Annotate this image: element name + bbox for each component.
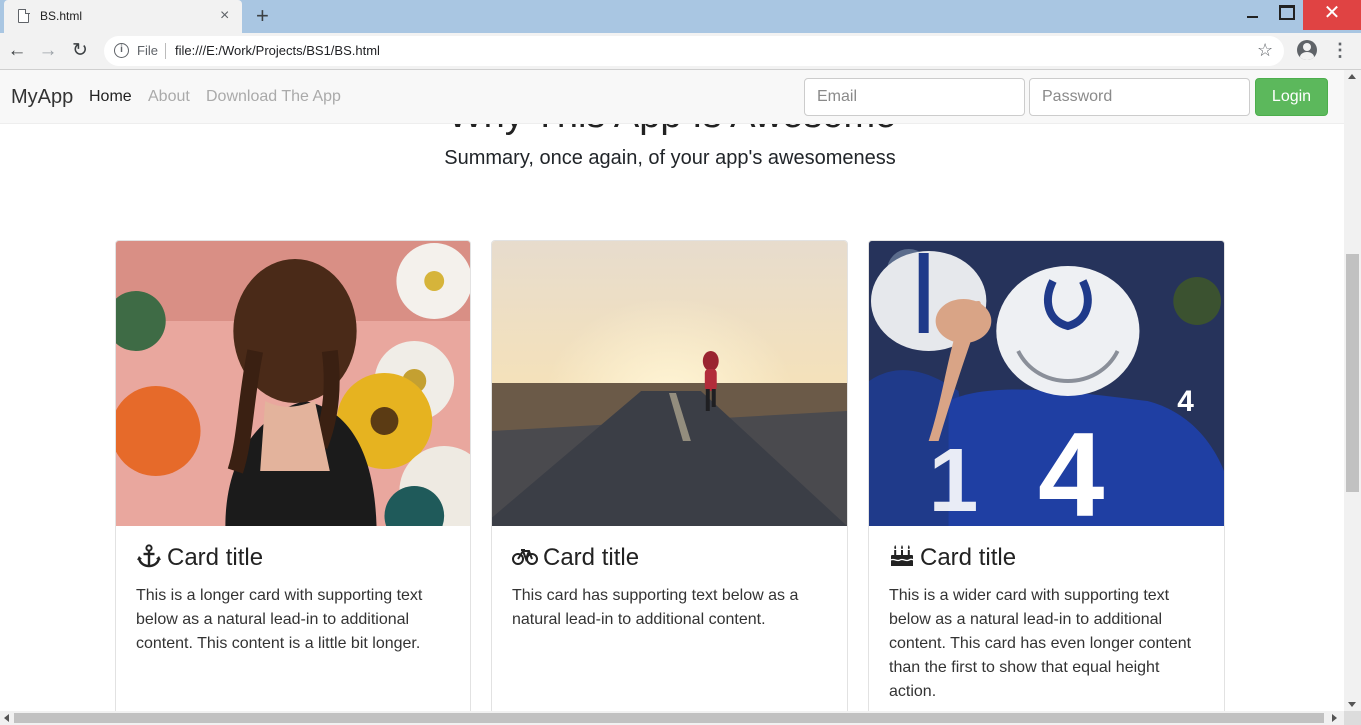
profile-avatar-icon[interactable] — [1297, 40, 1317, 60]
tab-close-icon[interactable]: × — [220, 6, 229, 26]
url-text[interactable]: file:///E:/Work/Projects/BS1/BS.html — [175, 43, 380, 58]
card-title: Card title — [512, 544, 639, 572]
page-viewport: Why This App Is Awesome Summary, once ag… — [0, 70, 1344, 711]
card-title-text: Card title — [167, 544, 264, 571]
scroll-right-arrow-icon[interactable] — [1332, 714, 1337, 722]
card-text: This is a wider card with supporting tex… — [889, 587, 1192, 700]
scroll-left-arrow-icon[interactable] — [4, 714, 9, 722]
document-icon — [18, 8, 30, 23]
horizontal-scrollbar[interactable] — [0, 711, 1361, 725]
tab-title: BS.html — [40, 9, 83, 23]
bicycle-icon — [512, 549, 538, 565]
svg-text:4: 4 — [1177, 385, 1194, 418]
card: Card title This is a longer card with su… — [115, 240, 471, 711]
scroll-up-arrow-icon[interactable] — [1348, 74, 1356, 79]
card-title: Card title — [889, 544, 1016, 572]
scrollbar-corner — [1344, 711, 1361, 725]
card-image — [116, 241, 470, 526]
section-lead: Summary, once again, of your app's aweso… — [444, 147, 896, 169]
svg-text:1: 1 — [929, 431, 979, 526]
card-title: Card title — [136, 544, 263, 572]
anchor-icon — [137, 544, 161, 568]
forward-arrow-icon[interactable]: → — [36, 39, 60, 63]
card-image: 4 1 4 — [869, 241, 1224, 526]
svg-text:4: 4 — [1038, 409, 1104, 526]
address-divider — [165, 43, 166, 59]
navbar: MyApp Home About Download The App Login — [0, 70, 1344, 124]
browser-tab-strip: BS.html × + ✕ — [0, 0, 1361, 33]
reload-icon[interactable]: ↻ — [68, 39, 92, 63]
browser-toolbar: ← → ↻ i File file:///E:/Work/Projects/BS… — [0, 33, 1361, 70]
browser-tab[interactable]: BS.html × — [4, 0, 242, 33]
email-input[interactable] — [804, 78, 1025, 116]
card-text: This card has supporting text below as a… — [512, 587, 799, 628]
password-input[interactable] — [1029, 78, 1250, 116]
birthday-cake-icon — [890, 545, 914, 566]
card-image — [492, 241, 847, 526]
card-title-text: Card title — [920, 544, 1017, 571]
nav-link-about[interactable]: About — [148, 88, 190, 106]
nav-link-home[interactable]: Home — [89, 88, 132, 106]
close-window-button[interactable]: ✕ — [1303, 0, 1361, 30]
vertical-scrollbar[interactable] — [1344, 70, 1361, 711]
card: 4 1 4 Card title This is a wider card wi… — [868, 240, 1225, 711]
vertical-scroll-thumb[interactable] — [1346, 254, 1359, 492]
card-title-text: Card title — [543, 544, 640, 571]
back-arrow-icon[interactable]: ← — [5, 39, 29, 63]
card-text: This is a longer card with supporting te… — [136, 587, 423, 652]
browser-menu-icon[interactable]: ⋮ — [1330, 40, 1350, 60]
bookmark-star-icon[interactable]: ☆ — [1257, 40, 1273, 61]
address-bar[interactable]: i File file:///E:/Work/Projects/BS1/BS.h… — [104, 36, 1284, 66]
info-icon[interactable]: i — [114, 43, 129, 58]
navbar-brand[interactable]: MyApp — [11, 86, 73, 109]
nav-link-download[interactable]: Download The App — [206, 88, 341, 106]
login-button[interactable]: Login — [1255, 78, 1328, 116]
new-tab-icon[interactable]: + — [256, 3, 269, 29]
scheme-label: File — [137, 43, 158, 58]
horizontal-scroll-thumb[interactable] — [14, 713, 1324, 723]
card: Card title This card has supporting text… — [491, 240, 848, 711]
scroll-down-arrow-icon[interactable] — [1348, 702, 1356, 707]
